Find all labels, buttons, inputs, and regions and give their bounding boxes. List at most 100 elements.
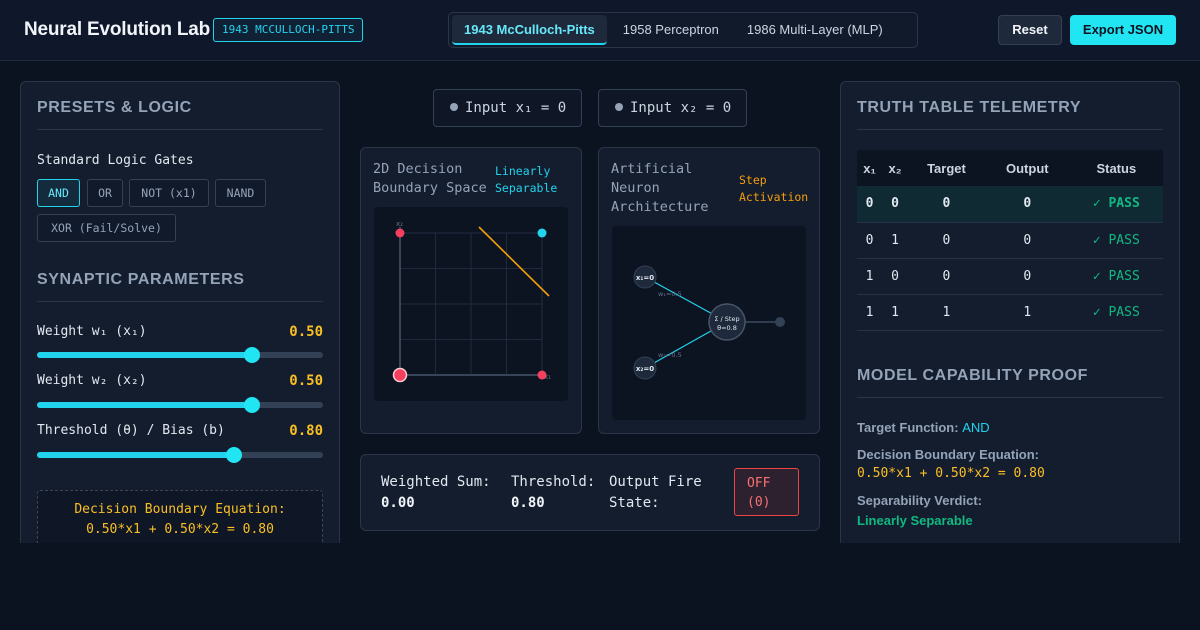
gate-not-button[interactable]: NOT (x1) [129, 179, 209, 207]
activation-tag-line: Step [739, 173, 767, 187]
point-1-1[interactable] [537, 228, 547, 238]
weighted-sum-label: Weighted Sum: [381, 474, 491, 490]
input-indicator-dot [615, 103, 623, 111]
target-function-row: Target Function: AND [857, 420, 990, 435]
tab-multi-layer[interactable]: 1986 Multi-Layer (MLP) [735, 15, 895, 45]
slider-thumb[interactable] [226, 447, 243, 463]
app-header: Neural Evolution Lab 1943 MCCULLOCH-PITT… [0, 0, 1200, 61]
slider-fill [37, 402, 252, 408]
input-x2-toggle[interactable]: Input x₂ = 0 [598, 89, 747, 127]
target-function-value: AND [962, 420, 990, 435]
slider-fill [37, 352, 252, 358]
activation-tag: Step Activation [739, 172, 808, 206]
truth-table-title: TRUTH TABLE TELEMETRY [857, 99, 1082, 116]
tab-mcculloch-pitts[interactable]: 1943 McCulloch-Pitts [452, 15, 607, 45]
export-json-button[interactable]: Export JSON [1070, 15, 1176, 45]
point-1-0[interactable] [537, 370, 547, 380]
fire-state-line: OFF [747, 476, 771, 491]
table-row[interactable]: 0 0 0 0 ✓ PASS [857, 186, 1163, 223]
weight-w2-slider[interactable] [37, 397, 323, 413]
table-cell: 0 [907, 258, 985, 295]
neuron-architecture-card: Artificial Neuron Architecture Step Acti… [598, 147, 820, 434]
weight-w2-value: 0.50 [289, 373, 323, 389]
table-cell: 0 [882, 186, 908, 223]
boundary-equation-value: 0.50*x1 + 0.50*x2 = 0.80 [857, 466, 1045, 481]
app-title: Neural Evolution Lab [24, 19, 211, 40]
gate-nand-button[interactable]: NAND [215, 179, 266, 207]
table-cell: 1 [882, 222, 908, 259]
weight-w1-slider[interactable] [37, 347, 323, 363]
gate-and-button[interactable]: AND [37, 179, 80, 207]
presets-panel: PRESETS & LOGIC Standard Logic Gates AND… [20, 81, 340, 551]
separability-verdict-label: Separability Verdict: [857, 493, 982, 508]
weighted-sum-value: 0.00 [381, 495, 415, 511]
capability-proof-title: MODEL CAPABILITY PROOF [857, 367, 1088, 384]
boundary-card-title-line: Boundary Space [373, 180, 487, 196]
col-x2: x₂ [882, 150, 908, 186]
weight-w2-label: w₂=0.5 [658, 351, 682, 359]
weight-w1-label: w₁=0.5 [658, 290, 682, 298]
table-cell: 0 [857, 186, 883, 223]
point-0-0-active[interactable] [392, 367, 408, 383]
point-0-1[interactable] [395, 228, 405, 238]
era-badge: 1943 MCCULLOCH-PITTS [213, 18, 364, 42]
col-x1: x₁ [857, 150, 883, 186]
decision-boundary-svg: x₁ x₂ [392, 220, 551, 383]
neuron-card-title-line: Artificial [611, 161, 693, 177]
status-pass-cell: ✓ PASS [1069, 222, 1163, 259]
status-pass-cell: ✓ PASS [1069, 258, 1163, 295]
table-cell: 0 [882, 258, 908, 295]
synaptic-title: SYNAPTIC PARAMETERS [37, 271, 245, 288]
input-x1-label: Input x₁ = 0 [465, 100, 567, 116]
fire-state-line: (0) [747, 495, 771, 510]
gate-xor-button[interactable]: XOR (Fail/Solve) [37, 214, 176, 242]
table-cell: 0 [907, 222, 985, 259]
table-cell: 0 [907, 186, 985, 223]
target-function-label: Target Function: [857, 420, 959, 435]
telemetry-panel: TRUTH TABLE TELEMETRY x₁ x₂ Target Outpu… [840, 81, 1180, 551]
decision-boundary-plot: x₁ x₂ [374, 207, 568, 401]
table-cell: 1 [984, 294, 1070, 331]
gate-or-button[interactable]: OR [87, 179, 123, 207]
slider-thumb[interactable] [243, 347, 260, 363]
truth-table: x₁ x₂ Target Output Status 0 0 0 0 ✓ PAS… [857, 150, 1163, 331]
table-cell: 1 [907, 294, 985, 331]
output-fire-label-line: State: [609, 495, 660, 511]
weight-w1-label: Weight w₁ (x₁) [37, 324, 147, 339]
status-pass-cell: ✓ PASS [1069, 186, 1163, 223]
slider-fill [37, 452, 235, 458]
col-target: Target [907, 150, 985, 186]
neuron-card-title-line: Architecture [611, 199, 709, 215]
neuron-card-title: Artificial Neuron Architecture [611, 160, 709, 217]
table-row[interactable]: 1 1 1 1 ✓ PASS [857, 294, 1163, 331]
output-fire-label: Output Fire State: [609, 472, 702, 514]
divider [37, 129, 323, 130]
neuron-card-title-line: Neuron [611, 180, 660, 196]
weight-w2-label: Weight w₂ (x₂) [37, 373, 147, 388]
input-x2-label: Input x₂ = 0 [630, 100, 732, 116]
divider [857, 397, 1163, 398]
slider-thumb[interactable] [243, 397, 260, 413]
y-axis-label: x₂ [396, 220, 403, 228]
threshold-slider[interactable] [37, 447, 323, 463]
table-cell: 0 [857, 222, 883, 259]
summation-threshold-label: θ=0.8 [717, 324, 737, 332]
threshold-label: Threshold: [511, 474, 596, 490]
divider [857, 129, 1163, 130]
separability-tag: Linearly Separable [495, 163, 557, 197]
input-node-x2-label: x₂=0 [636, 365, 654, 373]
output-node [775, 317, 785, 327]
threshold-value: 0.80 [289, 423, 323, 439]
reset-button[interactable]: Reset [998, 15, 1062, 45]
boundary-card-title-line: 2D Decision [373, 161, 463, 177]
separability-verdict-value: Linearly Separable [857, 513, 973, 528]
table-row[interactable]: 0 1 0 0 ✓ PASS [857, 222, 1163, 259]
input-indicator-dot [450, 103, 458, 111]
input-x1-toggle[interactable]: Input x₁ = 0 [433, 89, 582, 127]
threshold-value: 0.80 [511, 495, 545, 511]
table-row[interactable]: 1 0 0 0 ✓ PASS [857, 258, 1163, 295]
table-header-row: x₁ x₂ Target Output Status [857, 150, 1163, 186]
activation-tag-line: Activation [739, 190, 809, 204]
logic-gates-label: Standard Logic Gates [37, 153, 194, 168]
tab-perceptron[interactable]: 1958 Perceptron [611, 15, 731, 45]
